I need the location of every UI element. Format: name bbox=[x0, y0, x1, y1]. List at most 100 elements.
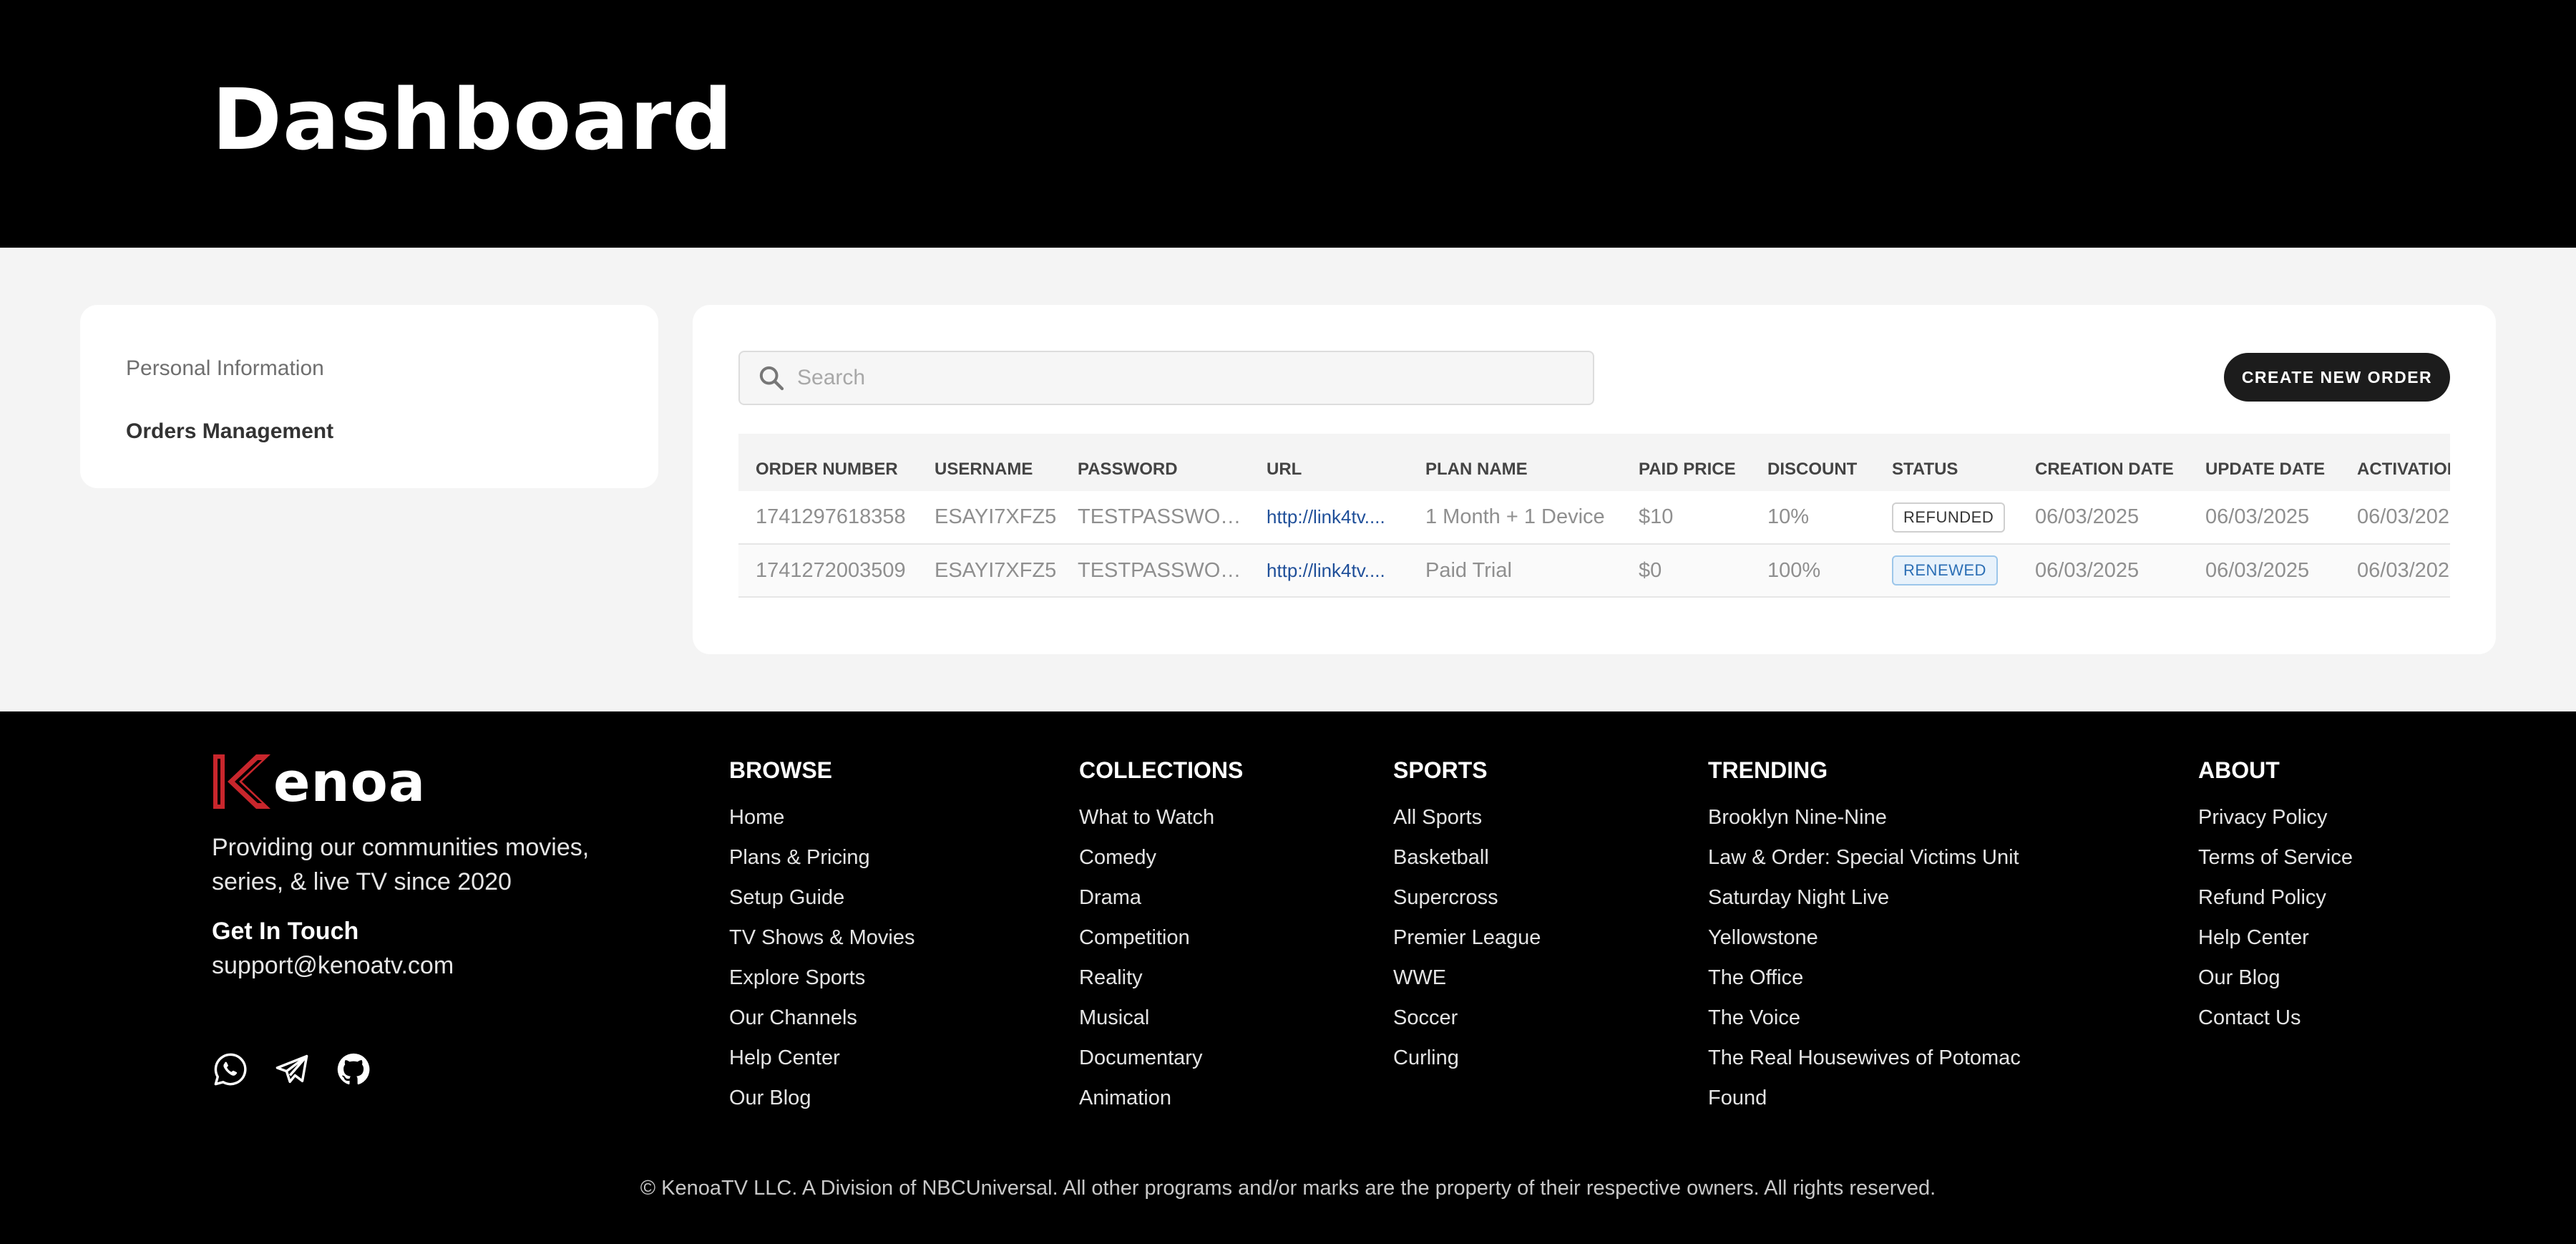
footer-column-browse: BROWSE Home Plans & Pricing Setup Guide … bbox=[729, 757, 914, 1124]
footer-link[interactable]: Animation bbox=[1079, 1084, 1243, 1124]
url-link[interactable]: http://link4tv.... bbox=[1249, 491, 1408, 544]
footer-link[interactable]: All Sports bbox=[1393, 803, 1541, 843]
paid-price-cell: $10 bbox=[1639, 505, 1674, 528]
password-cell: TESTPASSWORD bbox=[1078, 558, 1249, 582]
footer-tagline: Providing our communities movies, series… bbox=[212, 834, 590, 895]
footer-column-collections: COLLECTIONS What to Watch Comedy Drama C… bbox=[1079, 757, 1243, 1124]
footer-link[interactable]: TV Shows & Movies bbox=[729, 923, 914, 963]
discount-cell: 100% bbox=[1767, 558, 1821, 582]
social-links bbox=[212, 1051, 372, 1088]
footer-link[interactable]: Premier League bbox=[1393, 923, 1541, 963]
activation-date-cell: 06/03/2025 bbox=[2357, 558, 2450, 582]
creation-date-cell: 06/03/2025 bbox=[2035, 558, 2140, 582]
whatsapp-icon[interactable] bbox=[212, 1051, 249, 1088]
column-header[interactable]: DISCOUNT bbox=[1750, 434, 1875, 491]
column-header[interactable]: STATUS bbox=[1875, 434, 2018, 491]
url-link[interactable]: http://link4tv.... bbox=[1249, 544, 1408, 597]
footer-column-about: ABOUT Privacy Policy Terms of Service Re… bbox=[2198, 757, 2353, 1044]
sidebar: Personal Information Orders Management bbox=[80, 305, 658, 488]
footer-link[interactable]: Brooklyn Nine-Nine bbox=[1708, 803, 2021, 843]
footer-link[interactable]: Help Center bbox=[2198, 923, 2353, 963]
sidebar-item-orders-management[interactable]: Orders Management bbox=[126, 419, 333, 444]
footer-link[interactable]: Found bbox=[1708, 1084, 2021, 1124]
column-header[interactable]: CREATION DATE bbox=[2018, 434, 2188, 491]
site-footer: enoa Providing our communities movies, s… bbox=[0, 711, 2576, 1244]
kenoa-k-logo-icon bbox=[212, 753, 272, 810]
footer-link[interactable]: Law & Order: Special Victims Unit bbox=[1708, 843, 2021, 883]
footer-link[interactable]: Explore Sports bbox=[729, 963, 914, 1004]
footer-link[interactable]: Soccer bbox=[1393, 1004, 1541, 1044]
footer-link[interactable]: Musical bbox=[1079, 1004, 1243, 1044]
footer-column-title: COLLECTIONS bbox=[1079, 757, 1244, 783]
footer-link[interactable]: Saturday Night Live bbox=[1708, 883, 2021, 923]
footer-link[interactable]: The Voice bbox=[1708, 1004, 2021, 1044]
footer-link[interactable]: Our Blog bbox=[2198, 963, 2353, 1004]
column-header[interactable]: ACTIVATION DATE bbox=[2340, 434, 2450, 491]
footer-column-trending: TRENDING Brooklyn Nine-Nine Law & Order:… bbox=[1708, 757, 2021, 1124]
search-box bbox=[738, 351, 1594, 405]
footer-link[interactable]: Terms of Service bbox=[2198, 843, 2353, 883]
main-content: Personal Information Orders Management C… bbox=[0, 248, 2576, 711]
password-cell: TESTPASSWORD bbox=[1078, 505, 1249, 528]
create-new-order-button[interactable]: CREATE NEW ORDER bbox=[2224, 353, 2450, 402]
footer-column-sports: SPORTS All Sports Basketball Supercross … bbox=[1393, 757, 1541, 1084]
search-input[interactable] bbox=[797, 355, 1577, 401]
get-in-touch-heading: Get In Touch bbox=[212, 918, 359, 945]
footer-link[interactable]: Comedy bbox=[1079, 843, 1243, 883]
github-icon[interactable] bbox=[335, 1051, 372, 1088]
footer-link[interactable]: Yellowstone bbox=[1708, 923, 2021, 963]
table-header-row: ORDER NUMBER USERNAME PASSWORD URL PLAN … bbox=[738, 434, 2450, 491]
update-date-cell: 06/03/2025 bbox=[2205, 505, 2310, 528]
footer-link[interactable]: Competition bbox=[1079, 923, 1243, 963]
footer-link[interactable]: The Office bbox=[1708, 963, 2021, 1004]
plan-name-cell: Paid Trial bbox=[1425, 558, 1512, 582]
footer-link[interactable]: Plans & Pricing bbox=[729, 843, 914, 883]
column-header[interactable]: USERNAME bbox=[917, 434, 1060, 491]
footer-link[interactable]: Home bbox=[729, 803, 914, 843]
column-header[interactable]: ORDER NUMBER bbox=[738, 434, 917, 491]
footer-link[interactable]: Basketball bbox=[1393, 843, 1541, 883]
column-header[interactable]: PLAN NAME bbox=[1408, 434, 1621, 491]
username-cell: ESAYI7XFZ5 bbox=[935, 505, 1057, 528]
column-header[interactable]: PAID PRICE bbox=[1621, 434, 1750, 491]
plan-name-cell: 1 Month + 1 Device bbox=[1425, 505, 1605, 528]
footer-link[interactable]: Drama bbox=[1079, 883, 1243, 923]
sidebar-item-personal-information[interactable]: Personal Information bbox=[126, 356, 324, 381]
column-header[interactable]: UPDATE DATE bbox=[2188, 434, 2340, 491]
status-badge: REFUNDED bbox=[1892, 502, 2006, 533]
footer-column-title: ABOUT bbox=[2198, 757, 2280, 783]
support-email-link[interactable]: support@kenoatv.com bbox=[212, 952, 454, 980]
creation-date-cell: 06/03/2025 bbox=[2035, 505, 2140, 528]
footer-link[interactable]: Privacy Policy bbox=[2198, 803, 2353, 843]
footer-link[interactable]: Our Channels bbox=[729, 1004, 914, 1044]
footer-link[interactable]: WWE bbox=[1393, 963, 1541, 1004]
footer-link[interactable]: Supercross bbox=[1393, 883, 1541, 923]
footer-link[interactable]: Setup Guide bbox=[729, 883, 914, 923]
column-header[interactable]: PASSWORD bbox=[1060, 434, 1249, 491]
footer-column-title: TRENDING bbox=[1708, 757, 1828, 783]
footer-column-title: SPORTS bbox=[1393, 757, 1488, 783]
table-row[interactable]: 1741272003509 ESAYI7XFZ5 TESTPASSWORD ht… bbox=[738, 544, 2450, 597]
footer-link[interactable]: Refund Policy bbox=[2198, 883, 2353, 923]
footer-link[interactable]: The Real Housewives of Potomac bbox=[1708, 1044, 2021, 1084]
column-header[interactable]: URL bbox=[1249, 434, 1408, 491]
telegram-icon[interactable] bbox=[273, 1051, 311, 1088]
status-badge: RENEWED bbox=[1892, 555, 1998, 585]
footer-link[interactable]: What to Watch bbox=[1079, 803, 1243, 843]
order-number-cell: 1741272003509 bbox=[756, 558, 906, 582]
footer-link[interactable]: Help Center bbox=[729, 1044, 914, 1084]
brand-name: enoa bbox=[273, 749, 426, 814]
brand-logo[interactable]: enoa bbox=[212, 750, 426, 814]
footer-link[interactable]: Our Blog bbox=[729, 1084, 914, 1124]
footer-link[interactable]: Reality bbox=[1079, 963, 1243, 1004]
discount-cell: 10% bbox=[1767, 505, 1810, 528]
table-row[interactable]: 1741297618358 ESAYI7XFZ5 TESTPASSWORD ht… bbox=[738, 491, 2450, 544]
footer-column-title: BROWSE bbox=[729, 757, 832, 783]
activation-date-cell: 06/03/2025 bbox=[2357, 505, 2450, 528]
footer-link[interactable]: Curling bbox=[1393, 1044, 1541, 1084]
footer-link[interactable]: Documentary bbox=[1079, 1044, 1243, 1084]
footer-link[interactable]: Contact Us bbox=[2198, 1004, 2353, 1044]
copyright-notice: © KenoaTV LLC. A Division of NBCUniversa… bbox=[640, 1177, 1936, 1200]
status-cell: REFUNDED bbox=[1875, 491, 2018, 544]
page-title: Dashboard bbox=[212, 70, 733, 169]
